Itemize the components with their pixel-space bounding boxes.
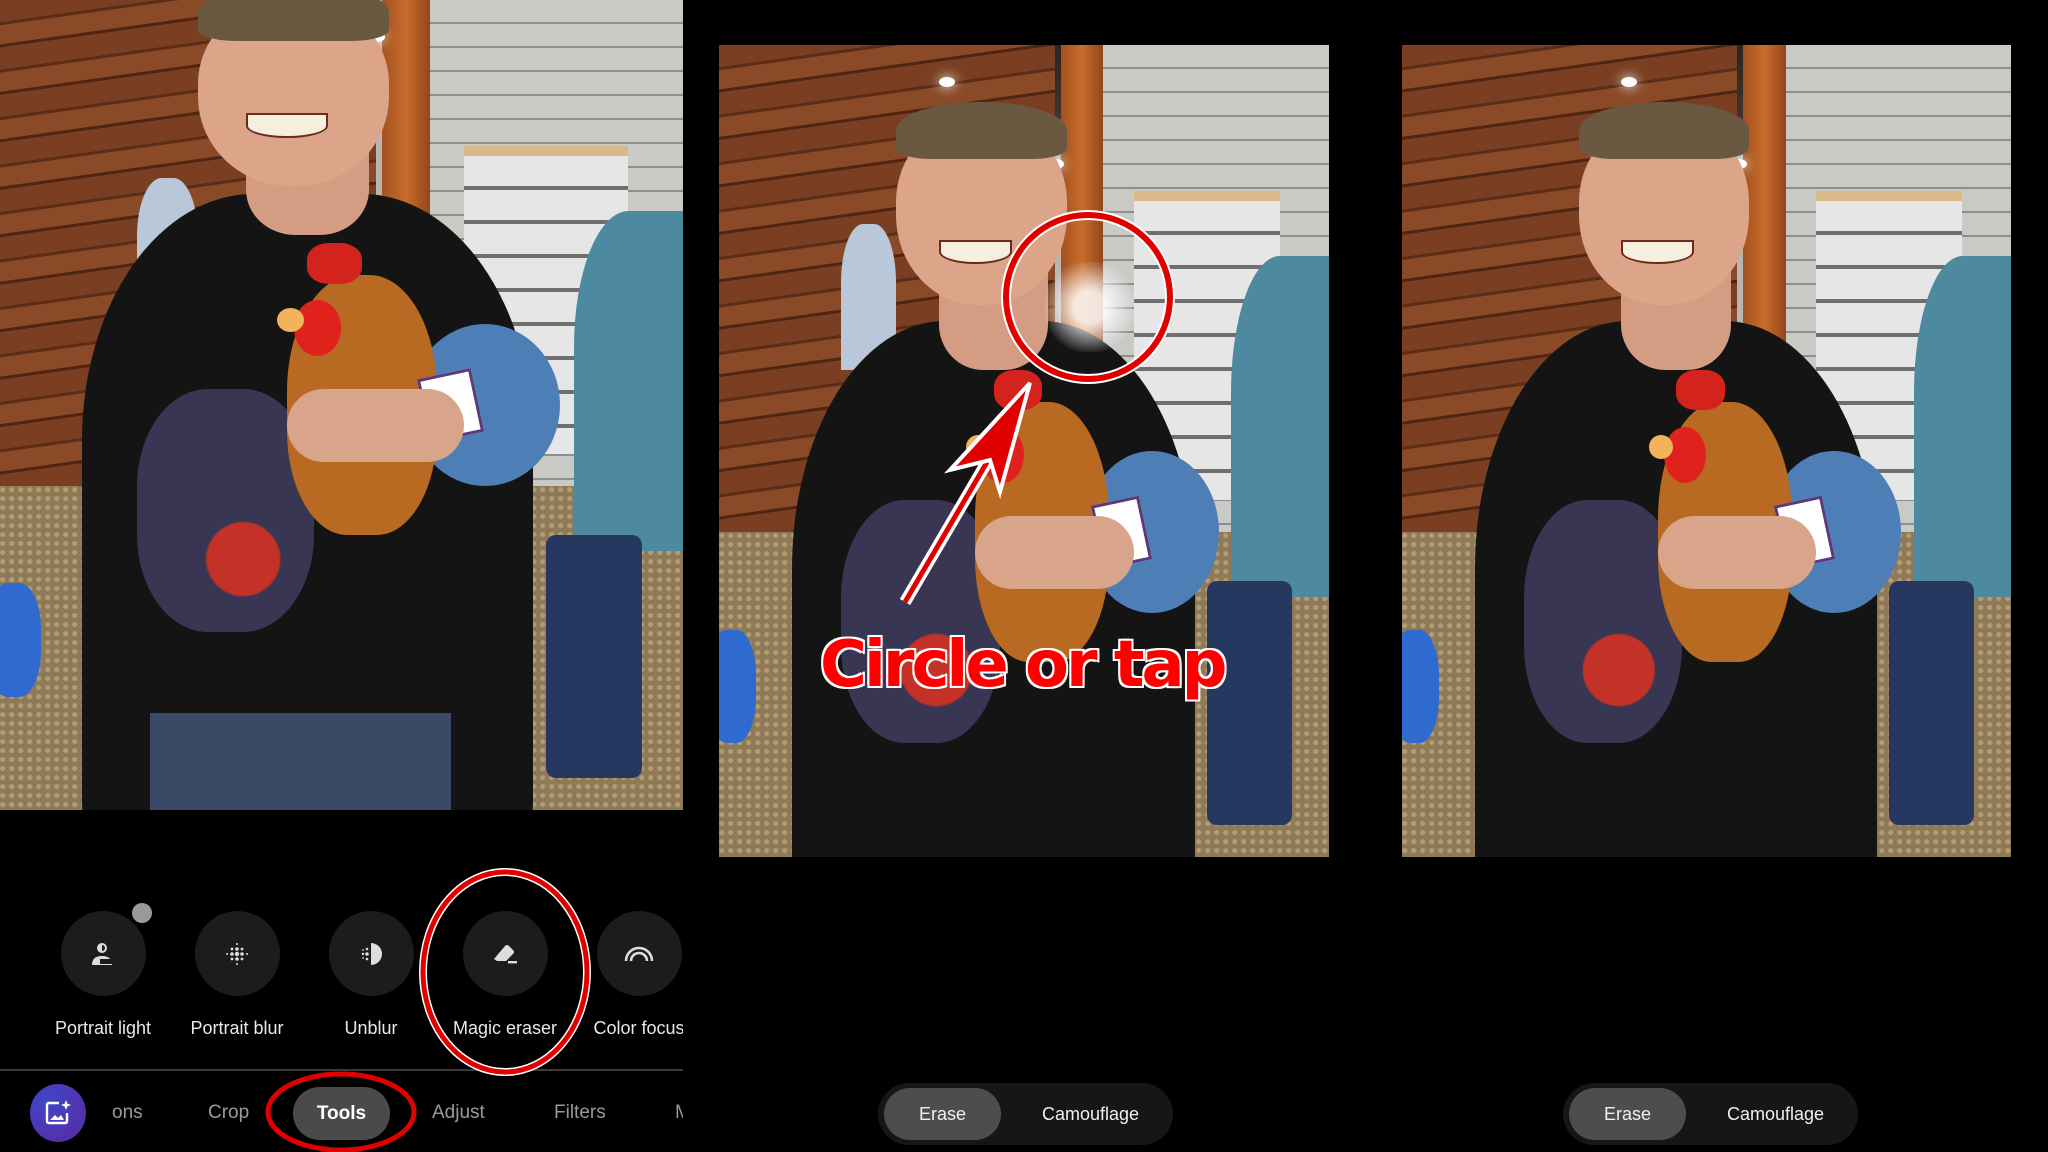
photo-scene	[719, 45, 1329, 857]
portrait-blur-icon	[226, 942, 248, 965]
subject-arm	[286, 388, 465, 462]
background-person-hoodie	[1231, 256, 1329, 598]
camouflage-option[interactable]: Camouflage	[1018, 1088, 1163, 1140]
tool-label: Magic eraser	[452, 1018, 558, 1038]
nav-crop[interactable]: Crop	[208, 1102, 249, 1124]
nav-suggestions[interactable]: ons	[112, 1102, 143, 1124]
background-child	[1402, 629, 1439, 744]
nav-filters[interactable]: Filters	[554, 1102, 606, 1124]
tool-label: Unblur	[344, 1018, 398, 1038]
editor-bottom-nav: ons Crop Tools Adjust Filters M	[0, 1071, 683, 1152]
tool-label: Color focus	[593, 1018, 683, 1038]
tool-button-circle	[596, 911, 682, 996]
toy-beak	[276, 307, 304, 333]
annotation-callout-text: Circle or tap	[818, 627, 1228, 704]
tool-button-circle	[462, 911, 548, 996]
tool-button-circle	[328, 911, 414, 996]
erase-option[interactable]: Erase	[884, 1088, 1001, 1140]
nav-adjust[interactable]: Adjust	[432, 1102, 485, 1124]
background-person-legs	[546, 534, 642, 778]
subject-arm	[975, 515, 1134, 590]
toy-comb	[993, 369, 1043, 411]
tool-label: Portrait blur	[190, 1018, 284, 1038]
photo-canvas[interactable]	[719, 45, 1329, 857]
subject-smile	[938, 239, 1012, 265]
tools-row: Portrait light Portrait blur Unblur Magi…	[0, 903, 683, 1055]
background-person-hoodie	[573, 210, 683, 551]
erase-mode-toggle: Erase Camouflage	[1563, 1083, 1858, 1145]
tool-magic-eraser[interactable]: Magic eraser	[438, 905, 572, 1039]
photo-scene	[0, 0, 683, 810]
tool-portrait-light[interactable]: Portrait light	[36, 903, 170, 1039]
camouflage-option[interactable]: Camouflage	[1703, 1088, 1848, 1140]
panel-erase-select: Erase Camouflage	[683, 0, 1365, 1152]
toy-beak	[1648, 434, 1673, 460]
toy-comb	[1676, 369, 1725, 411]
nav-markup[interactable]: M	[675, 1102, 683, 1124]
portrait-light-icon	[92, 942, 112, 965]
color-focus-icon	[624, 946, 654, 961]
magic-editor-button[interactable]	[30, 1084, 86, 1142]
subject-arm	[1657, 515, 1817, 590]
tool-portrait-blur[interactable]: Portrait blur	[170, 905, 304, 1039]
photo-scene	[1402, 45, 2011, 857]
subject-smile	[245, 113, 328, 138]
toy-comb	[307, 243, 362, 284]
background-child	[719, 629, 756, 744]
panel-tools: Portrait light Portrait blur Unblur Magi…	[0, 0, 683, 1152]
erase-selection-highlight	[1045, 262, 1135, 352]
eraser-icon	[494, 944, 517, 963]
background-person-hoodie	[1913, 256, 2011, 598]
magic-editor-icon	[45, 1100, 71, 1125]
photo-canvas-result[interactable]	[1402, 45, 2011, 857]
tool-button-circle	[60, 903, 152, 996]
unblur-icon	[361, 942, 382, 965]
tool-button-circle	[194, 911, 280, 996]
background-person-legs	[1889, 580, 1975, 825]
subject-hair	[198, 0, 390, 41]
panel-erase-result: Erase Camouflage	[1366, 0, 2048, 1152]
tool-unblur[interactable]: Unblur	[304, 905, 438, 1039]
photo-preview	[0, 0, 683, 810]
subject-hair	[1578, 101, 1750, 159]
nav-tools[interactable]: Tools	[293, 1087, 390, 1140]
subject-hair	[895, 101, 1067, 159]
tool-label: Portrait light	[54, 1018, 152, 1038]
erase-mode-toggle: Erase Camouflage	[878, 1083, 1173, 1145]
tool-color-focus[interactable]: Color focus	[572, 905, 683, 1039]
erase-option[interactable]: Erase	[1569, 1088, 1686, 1140]
toy-wattle	[981, 426, 1024, 484]
background-child	[0, 583, 41, 697]
subject-jeans	[150, 712, 451, 810]
background-person-legs	[1207, 580, 1293, 825]
new-indicator-dot	[131, 903, 152, 923]
